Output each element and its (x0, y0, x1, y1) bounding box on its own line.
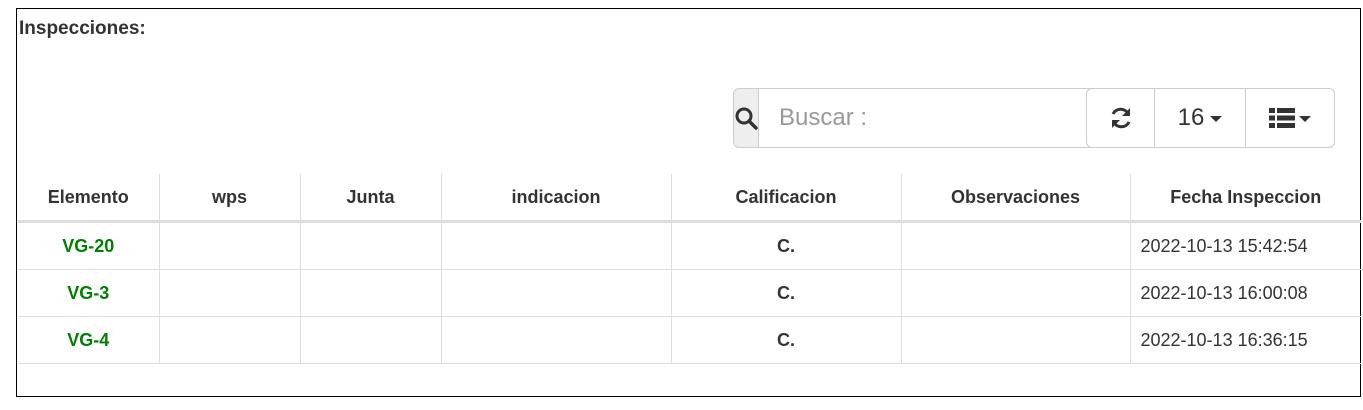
fecha-cell: 2022-10-13 15:42:54 (1129, 221, 1361, 270)
observaciones-cell (900, 221, 1130, 270)
wps-cell (158, 221, 300, 270)
junta-cell (299, 221, 441, 270)
inspecciones-table-container: Elemento wps Junta indicacion Calificaci… (18, 174, 1361, 364)
table-row[interactable]: VG-3 C. 2022-10-13 16:00:08 (18, 269, 1361, 317)
column-header-elemento[interactable]: Elemento (18, 174, 159, 223)
indicacion-cell (440, 316, 671, 364)
column-header-wps[interactable]: wps (158, 174, 300, 223)
column-header-indicacion[interactable]: indicacion (440, 174, 671, 223)
indicacion-cell (440, 221, 671, 270)
elemento-cell[interactable]: VG-3 (18, 269, 159, 317)
inspecciones-panel: Inspecciones: Buscar: 16 Elemento wps J… (16, 8, 1361, 397)
fecha-cell: 2022-10-13 16:00:08 (1129, 269, 1361, 317)
observaciones-cell (900, 316, 1130, 364)
observaciones-cell (900, 269, 1130, 317)
page: Inspecciones: Buscar: 16 Elemento wps J… (0, 0, 1363, 410)
elemento-cell[interactable]: VG-4 (18, 316, 159, 364)
calificacion-cell: C. (670, 316, 901, 364)
elemento-cell[interactable]: VG-20 (18, 221, 159, 270)
junta-cell (299, 316, 441, 364)
column-header-observaciones[interactable]: Observaciones (900, 174, 1130, 223)
table-row[interactable]: VG-4 C. 2022-10-13 16:36:15 (18, 316, 1361, 364)
column-header-fecha-inspeccion[interactable]: Fecha Inspeccion (1129, 174, 1361, 223)
columns-dropdown[interactable] (1246, 88, 1335, 148)
panel-title: Inspecciones: (19, 18, 146, 39)
indicacion-cell (440, 269, 671, 317)
page-size-dropdown[interactable]: 16 (1155, 88, 1246, 148)
wps-cell (158, 316, 300, 364)
column-header-calificacion[interactable]: Calificacion (670, 174, 901, 223)
page-size-value: 16 (1177, 104, 1205, 131)
calificacion-cell: C. (670, 221, 901, 270)
table-header-row: Elemento wps Junta indicacion Calificaci… (18, 174, 1361, 223)
refresh-button[interactable] (1086, 88, 1155, 148)
caret-down-icon (1299, 116, 1311, 122)
search-icon[interactable] (733, 88, 758, 148)
table-toolbar: 16 (1086, 88, 1335, 148)
search-input[interactable] (758, 88, 1110, 148)
search-group (733, 88, 1110, 148)
inspecciones-table: Elemento wps Junta indicacion Calificaci… (18, 174, 1361, 364)
list-icon (1269, 107, 1295, 129)
caret-down-icon (1210, 116, 1223, 122)
junta-cell (299, 269, 441, 317)
calificacion-cell: C. (670, 269, 901, 317)
refresh-icon (1108, 105, 1134, 131)
column-header-junta[interactable]: Junta (299, 174, 441, 223)
fecha-cell: 2022-10-13 16:36:15 (1129, 316, 1361, 364)
wps-cell (158, 269, 300, 317)
table-row[interactable]: VG-20 C. 2022-10-13 15:42:54 (18, 221, 1361, 270)
